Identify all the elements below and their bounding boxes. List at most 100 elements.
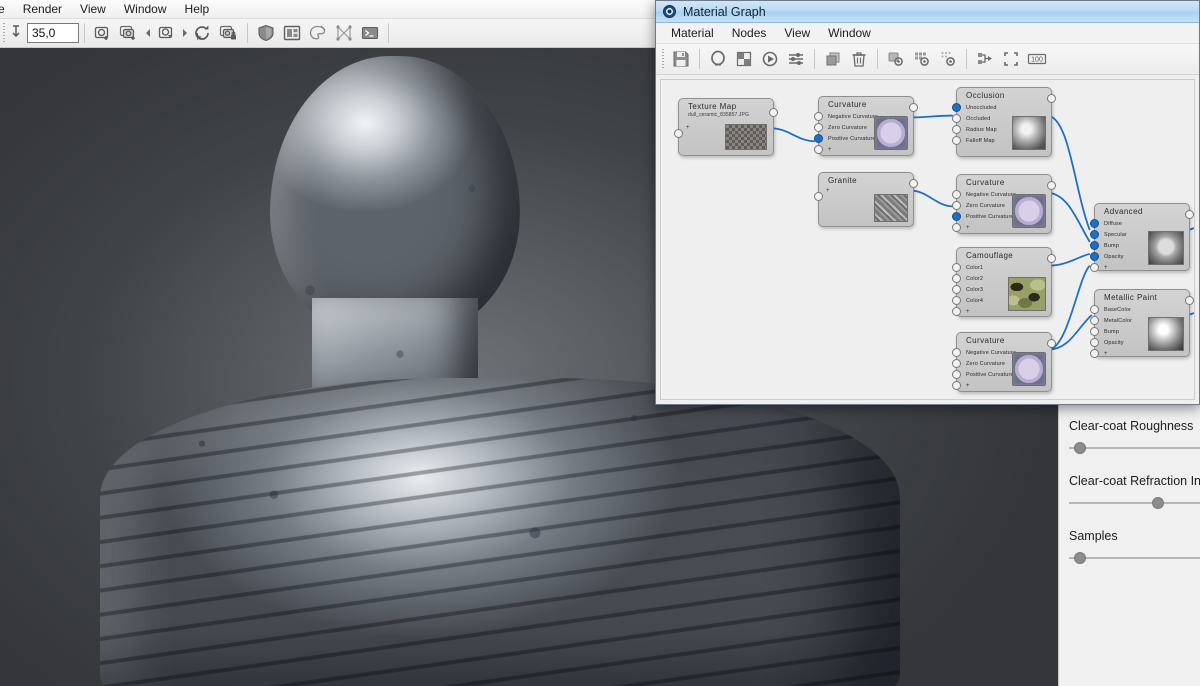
- mg-menu-item-nodes[interactable]: Nodes: [723, 25, 776, 41]
- duplicate-icon[interactable]: [820, 47, 846, 71]
- zoom-100-icon[interactable]: 100: [1024, 47, 1050, 71]
- node-output-port[interactable]: [1047, 181, 1056, 190]
- layout-graph-icon[interactable]: [972, 47, 998, 71]
- node-input-port-radius-map[interactable]: [952, 125, 961, 134]
- material-graph-titlebar[interactable]: Material Graph: [656, 1, 1199, 23]
- node-input-port-occluded[interactable]: [952, 114, 961, 123]
- node-input-port-basecolor[interactable]: [1090, 305, 1099, 314]
- clearcoat-roughness-slider[interactable]: [1069, 442, 1200, 454]
- node-input-port-zero-curvature[interactable]: [952, 359, 961, 368]
- zoom-stepper-icon[interactable]: [9, 22, 25, 44]
- slider-knob[interactable]: [1074, 552, 1086, 564]
- checker-icon[interactable]: [731, 47, 757, 71]
- node-port-add[interactable]: [952, 381, 961, 390]
- node-port-add[interactable]: [814, 145, 823, 154]
- node-input-port-negative-curvature[interactable]: [952, 348, 961, 357]
- samples-slider[interactable]: [1069, 552, 1200, 564]
- node-input-port-color2[interactable]: [952, 274, 961, 283]
- node-metallic-paint[interactable]: Metallic Paint BaseColor MetalColor Bump…: [1090, 289, 1194, 358]
- node-output-port[interactable]: [1047, 339, 1056, 348]
- node-output-port[interactable]: [1047, 254, 1056, 263]
- node-input-port-falloff-map[interactable]: [952, 136, 961, 145]
- node-input-port-positive-curvature[interactable]: [814, 134, 823, 143]
- texture-thumb-occlusion: [1012, 116, 1046, 150]
- node-output-port[interactable]: [769, 108, 778, 117]
- node-input-port-diffuse[interactable]: [1090, 219, 1099, 228]
- node-output-port[interactable]: [1047, 94, 1056, 103]
- node-input-port-zero-curvature[interactable]: [952, 201, 961, 210]
- node-add-input-label: +: [686, 125, 690, 131]
- material-graph-canvas[interactable]: Texture Map dull_ceramic_835857.JPG + Cu…: [660, 79, 1195, 400]
- layout-panel-icon[interactable]: [279, 21, 305, 45]
- node-port-add[interactable]: [1090, 263, 1099, 272]
- node-input-port-positive-curvature[interactable]: [952, 212, 961, 221]
- node-occlusion[interactable]: Occlusion Unoccluded Occluded Radius Map…: [952, 87, 1056, 157]
- console-icon[interactable]: [357, 21, 383, 45]
- import-image-icon[interactable]: [90, 21, 116, 45]
- mg-menu-item-material[interactable]: Material: [662, 25, 723, 41]
- node-curvature-mid[interactable]: Curvature Negative Curvature Zero Curvat…: [952, 174, 1056, 234]
- camera-dropdown-icon[interactable]: [153, 21, 179, 45]
- material-graph-window[interactable]: Material Graph Material Nodes View Windo…: [655, 0, 1200, 405]
- node-input-port-specular[interactable]: [1090, 230, 1099, 239]
- sliders-icon[interactable]: [783, 47, 809, 71]
- node-texture-map[interactable]: Texture Map dull_ceramic_835857.JPG +: [674, 98, 778, 156]
- slider-knob[interactable]: [1074, 442, 1086, 454]
- save-icon[interactable]: [668, 47, 694, 71]
- node-input-port-unoccluded[interactable]: [952, 103, 961, 112]
- node-input-port-zero-curvature[interactable]: [814, 123, 823, 132]
- node-port-add[interactable]: [1090, 349, 1099, 358]
- node-input-port-negative-curvature[interactable]: [952, 190, 961, 199]
- slider-knob[interactable]: [1152, 497, 1164, 509]
- menu-item-view[interactable]: View: [71, 1, 115, 17]
- node-port-add[interactable]: [674, 129, 683, 138]
- menu-item-file[interactable]: e: [0, 1, 14, 17]
- node-input-port-bump[interactable]: [1090, 241, 1099, 250]
- node-input-port-bump[interactable]: [1090, 327, 1099, 336]
- play-icon[interactable]: [757, 47, 783, 71]
- refresh-icon[interactable]: [190, 21, 216, 45]
- shield-icon[interactable]: [253, 21, 279, 45]
- node-add-icon[interactable]: [883, 47, 909, 71]
- node-port-add[interactable]: [952, 223, 961, 232]
- fit-view-icon[interactable]: [998, 47, 1024, 71]
- graph-group-icon[interactable]: [909, 47, 935, 71]
- node-input-port-metalcolor[interactable]: [1090, 316, 1099, 325]
- toolbar-grip[interactable]: [0, 23, 8, 43]
- lock-camera-icon[interactable]: [216, 21, 242, 45]
- node-output-port[interactable]: [909, 103, 918, 112]
- next-camera-icon[interactable]: [179, 21, 190, 45]
- node-input-port-color3[interactable]: [952, 285, 961, 294]
- render-preview-icon[interactable]: [705, 47, 731, 71]
- add-camera-icon[interactable]: [116, 21, 142, 45]
- node-camouflage[interactable]: Camouflage Color1 Color2 Color3 Color4 +: [952, 247, 1056, 317]
- menu-item-help[interactable]: Help: [176, 1, 219, 17]
- zoom-input[interactable]: 35,0: [27, 23, 79, 43]
- menu-item-window[interactable]: Window: [115, 1, 176, 17]
- node-output-port[interactable]: [909, 179, 918, 188]
- paint-icon[interactable]: [305, 21, 331, 45]
- node-output-port[interactable]: [1185, 296, 1194, 305]
- node-input-port-negative-curvature[interactable]: [814, 112, 823, 121]
- mg-toolbar-grip[interactable]: [659, 49, 667, 69]
- node-port-add[interactable]: [814, 192, 823, 201]
- mg-menu-item-window[interactable]: Window: [819, 25, 880, 41]
- node-output-port[interactable]: [1185, 210, 1194, 219]
- node-input-port-opacity[interactable]: [1090, 252, 1099, 261]
- clearcoat-refraction-slider[interactable]: [1069, 497, 1200, 509]
- node-curvature-bottom[interactable]: Curvature Negative Curvature Zero Curvat…: [952, 332, 1056, 392]
- graph-dots-icon[interactable]: [935, 47, 961, 71]
- node-input-port-positive-curvature[interactable]: [952, 370, 961, 379]
- node-advanced[interactable]: Advanced Diffuse Specular Bump Opacity +: [1090, 203, 1194, 272]
- delete-icon[interactable]: [846, 47, 872, 71]
- node-input-port-opacity[interactable]: [1090, 338, 1099, 347]
- node-input-port-color4[interactable]: [952, 296, 961, 305]
- node-input-port-color1[interactable]: [952, 263, 961, 272]
- node-port-add[interactable]: [952, 307, 961, 316]
- prev-camera-icon[interactable]: [142, 21, 153, 45]
- network-icon[interactable]: [331, 21, 357, 45]
- node-granite[interactable]: Granite +: [814, 172, 918, 227]
- node-curvature-top[interactable]: Curvature Negative Curvature Zero Curvat…: [814, 96, 918, 156]
- mg-menu-item-view[interactable]: View: [775, 25, 819, 41]
- menu-item-render[interactable]: Render: [14, 1, 71, 17]
